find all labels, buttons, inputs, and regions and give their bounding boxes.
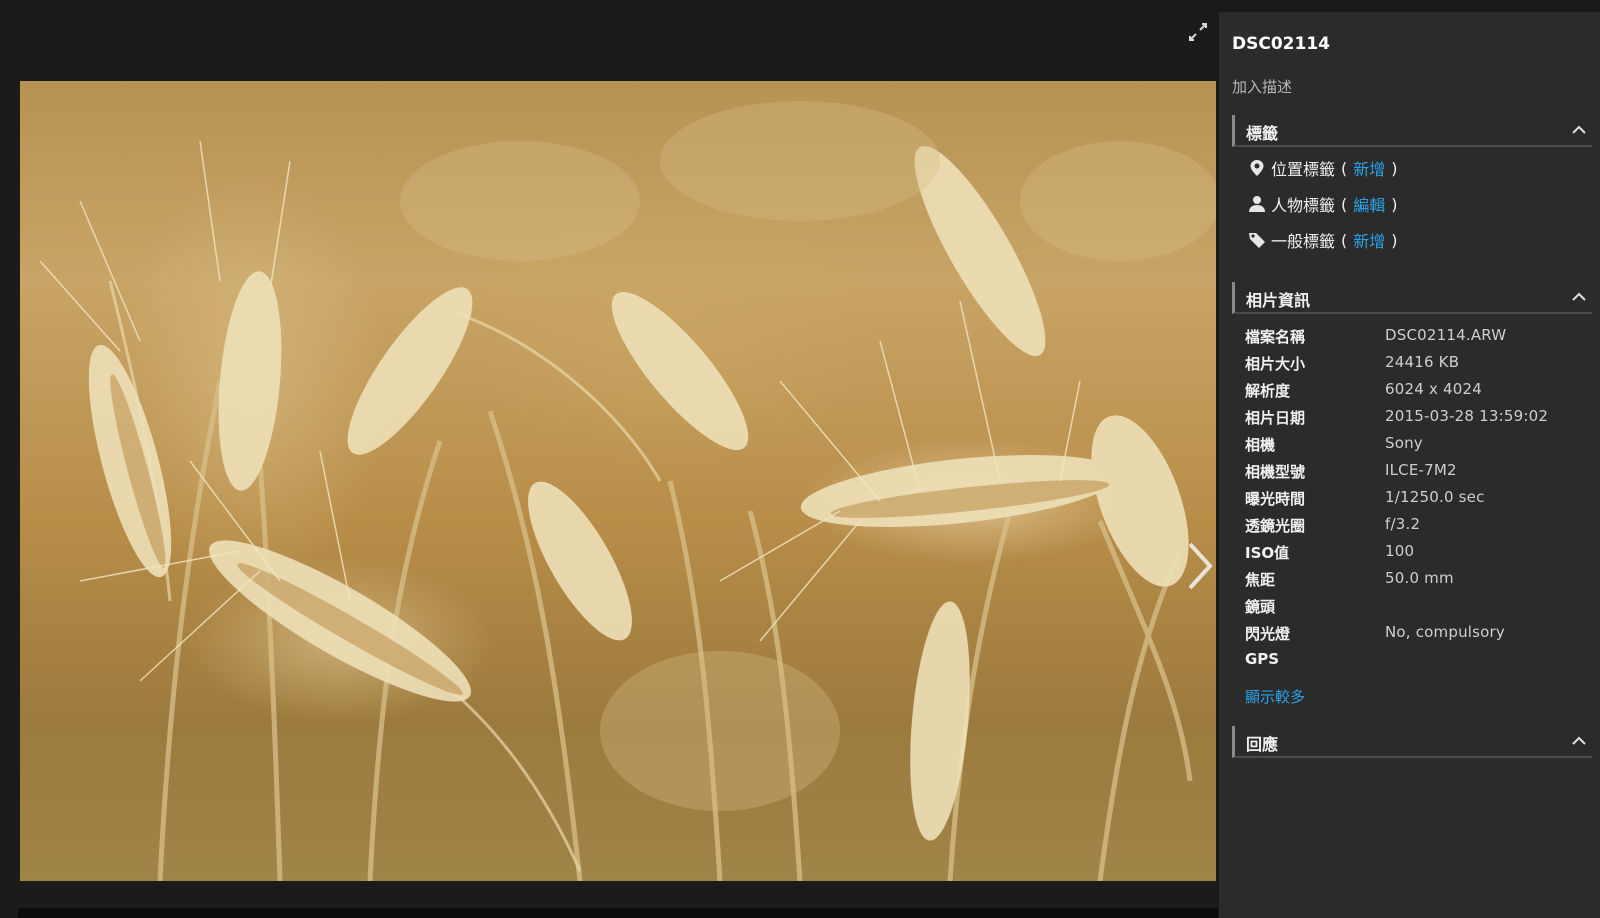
info-row: 焦距 50.0 mm [1245, 569, 1595, 591]
tag-icon [1247, 230, 1267, 250]
info-value: DSC02114.ARW [1385, 326, 1507, 344]
info-row: 鏡頭 [1245, 596, 1595, 618]
photo-viewer [0, 0, 1218, 918]
info-key: 鏡頭 [1245, 598, 1276, 616]
section-header-tags[interactable]: 標籤 [1232, 115, 1592, 147]
info-panel: DSC02114 加入描述 標籤 位置標籤 ( 新增 ) 人物標籤 ( 編輯 )… [1219, 12, 1600, 918]
info-row: 透鏡光圈 f/3.2 [1245, 515, 1595, 537]
edit-people-tag-link[interactable]: 編輯 [1353, 192, 1385, 216]
info-value: Sony [1385, 434, 1423, 452]
info-value: 100 [1385, 542, 1415, 560]
wheat-photo [20, 81, 1216, 881]
info-key: 相片日期 [1245, 409, 1306, 427]
section-header-comments[interactable]: 回應 [1232, 726, 1592, 758]
fullscreen-icon[interactable] [1186, 20, 1210, 44]
info-row: 相片大小 24416 KB [1245, 353, 1595, 375]
info-key: 相機 [1245, 436, 1276, 454]
tag-row-people: 人物標籤 ( 編輯 ) [1247, 192, 1404, 216]
next-photo-arrow-icon[interactable] [1180, 536, 1216, 596]
info-value: 1/1250.0 sec [1385, 488, 1485, 506]
info-key: 解析度 [1245, 382, 1291, 400]
info-key: 焦距 [1245, 571, 1276, 589]
chevron-up-icon[interactable] [1572, 735, 1586, 747]
info-key: 曝光時間 [1245, 490, 1306, 508]
info-row: ISO值 100 [1245, 542, 1595, 564]
info-row: 解析度 6024 x 4024 [1245, 380, 1595, 402]
info-value: 6024 x 4024 [1385, 380, 1482, 398]
info-key: 相機型號 [1245, 463, 1306, 481]
info-row: 檔案名稱 DSC02114.ARW [1245, 326, 1595, 348]
info-key: 檔案名稱 [1245, 328, 1306, 346]
info-value: ILCE-7M2 [1385, 461, 1457, 479]
info-row: 相機 Sony [1245, 434, 1595, 456]
info-value: 24416 KB [1385, 353, 1460, 371]
info-key: 透鏡光圈 [1245, 517, 1306, 535]
show-more-link[interactable]: 顯示較多 [1245, 686, 1305, 707]
tag-label-location: 位置標籤 [1271, 160, 1336, 179]
tag-label-people: 人物標籤 [1271, 196, 1336, 215]
info-row: GPS [1245, 650, 1595, 672]
bottom-strip [18, 908, 1218, 918]
photo-title: DSC02114 [1232, 34, 1330, 54]
info-row: 相片日期 2015-03-28 13:59:02 [1245, 407, 1595, 429]
chevron-up-icon[interactable] [1572, 291, 1586, 303]
info-row: 曝光時間 1/1250.0 sec [1245, 488, 1595, 510]
info-key: 閃光燈 [1245, 625, 1291, 643]
tag-paren-open: ( [1341, 230, 1348, 250]
location-pin-icon [1247, 158, 1267, 178]
tag-paren-close: ) [1391, 158, 1398, 178]
info-key: GPS [1245, 650, 1280, 668]
add-description-link[interactable]: 加入描述 [1232, 76, 1292, 97]
wheat-illustration [39, 101, 1216, 881]
tag-label-general: 一般標籤 [1271, 232, 1336, 251]
info-value: 50.0 mm [1385, 569, 1454, 587]
tag-paren-open: ( [1341, 194, 1348, 214]
info-row: 相機型號 ILCE-7M2 [1245, 461, 1595, 483]
info-key: ISO值 [1245, 544, 1290, 562]
tag-paren-close: ) [1391, 230, 1398, 250]
chevron-up-icon[interactable] [1572, 124, 1586, 136]
info-key: 相片大小 [1245, 355, 1306, 373]
info-value: 2015-03-28 13:59:02 [1385, 407, 1549, 425]
info-value: f/3.2 [1385, 515, 1421, 533]
info-row: 閃光燈 No, compulsory [1245, 623, 1595, 645]
add-general-tag-link[interactable]: 新增 [1353, 228, 1385, 252]
section-header-photo-info[interactable]: 相片資訊 [1232, 282, 1592, 314]
tag-paren-open: ( [1341, 158, 1348, 178]
tag-row-location: 位置標籤 ( 新增 ) [1247, 156, 1404, 180]
section-title-photo-info: 相片資訊 [1246, 291, 1311, 310]
section-title-tags: 標籤 [1246, 124, 1279, 143]
section-title-comments: 回應 [1246, 735, 1279, 754]
tag-row-general: 一般標籤 ( 新增 ) [1247, 228, 1404, 252]
person-icon [1247, 194, 1267, 214]
info-value: No, compulsory [1385, 623, 1506, 641]
tag-paren-close: ) [1391, 194, 1398, 214]
add-location-tag-link[interactable]: 新增 [1353, 156, 1385, 180]
